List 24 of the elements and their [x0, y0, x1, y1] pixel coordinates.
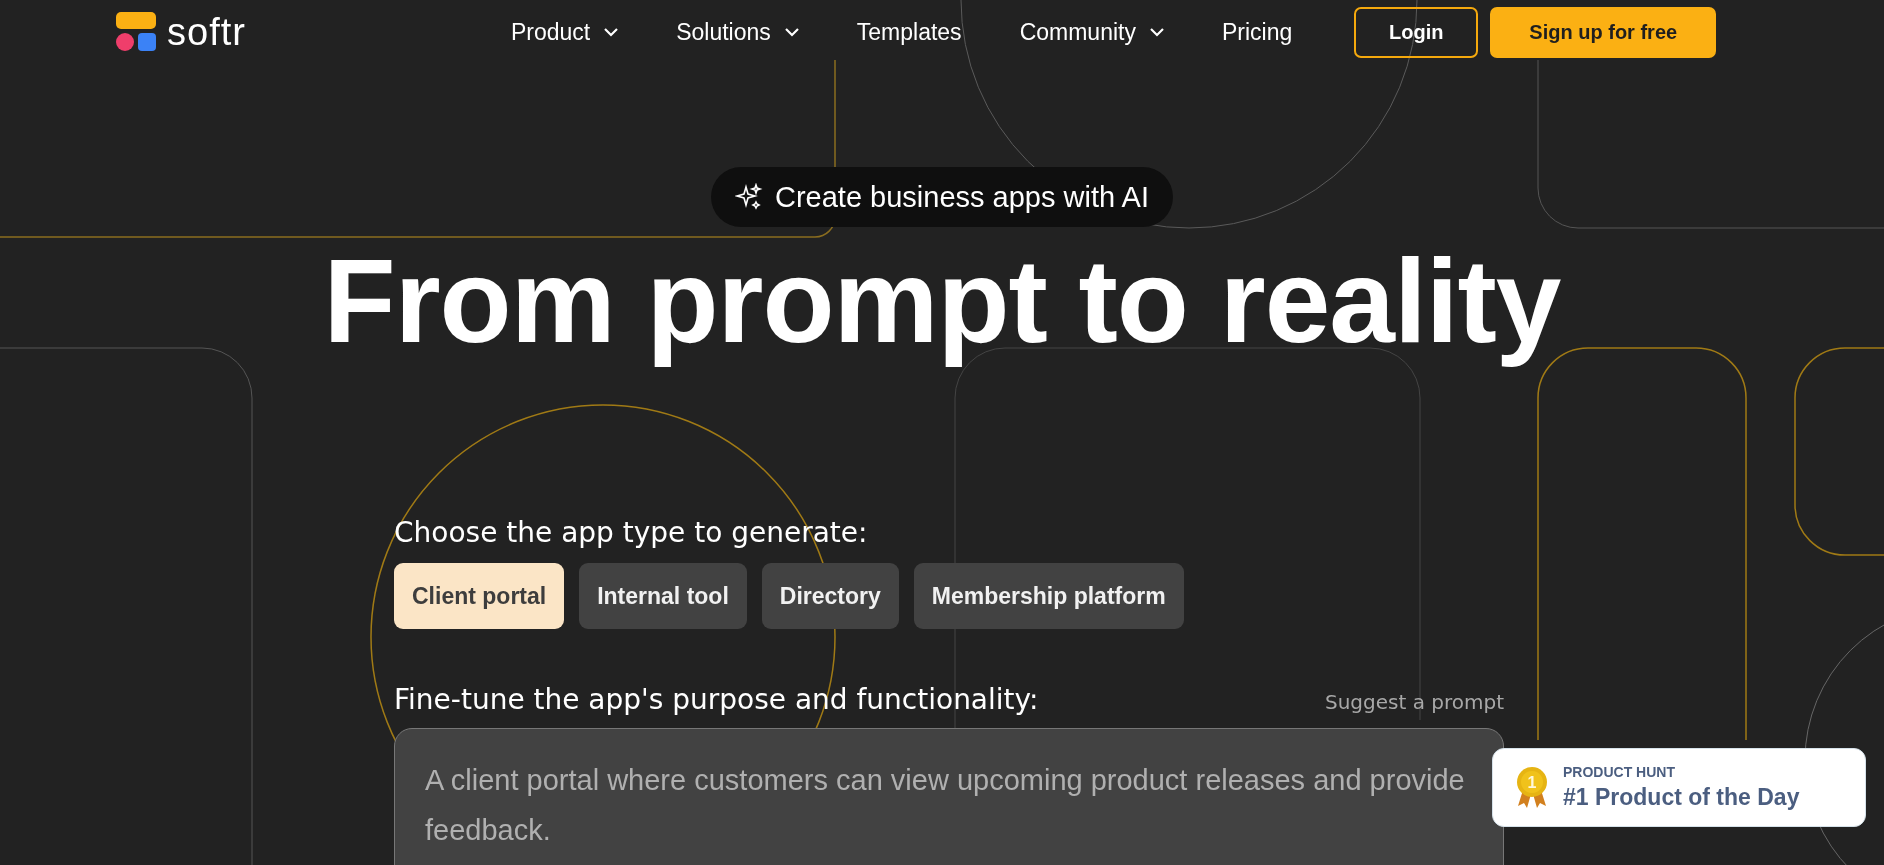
nav-link[interactable]: Community: [1019, 18, 1164, 46]
suggest-prompt-link[interactable]: Suggest a prompt: [1324, 690, 1504, 714]
rank-text: 1: [1527, 773, 1537, 791]
app-type-label: Choose the app type to generate:: [394, 516, 869, 549]
nav-link[interactable]: Product: [510, 18, 619, 46]
award-title: #1 Product of the Day: [1563, 784, 1800, 811]
sparkle-icon: [735, 183, 763, 211]
nav-link[interactable]: Pricing: [1221, 18, 1293, 46]
login-button[interactable]: Login: [1354, 6, 1479, 58]
prompt-field[interactable]: A client portal where customers can view upcoming product releases and provide feedback.: [394, 728, 1504, 865]
ai-badge[interactable]: Create business apps with AI: [711, 167, 1173, 227]
app-type-chip[interactable]: Directory: [761, 563, 899, 629]
logo-text: softr: [167, 10, 246, 54]
nav-link[interactable]: Solutions: [676, 18, 799, 46]
app-type-chip[interactable]: Internal tool: [579, 563, 747, 629]
signup-button[interactable]: Sign up for free: [1490, 6, 1717, 58]
logo-icon: [115, 11, 157, 53]
award-badge[interactable]: 1 PRODUCT HUNT #1 Product of the Day: [1492, 748, 1866, 827]
app-type-chip[interactable]: Membership platform: [913, 563, 1184, 629]
nav-link[interactable]: Templates: [856, 18, 962, 46]
purpose-label: Fine-tune the app's purpose and functionality:: [394, 683, 1039, 716]
award-source: PRODUCT HUNT: [1563, 764, 1676, 780]
app-type-chip[interactable]: Client portal: [394, 563, 565, 629]
medal-icon: [1517, 766, 1547, 808]
